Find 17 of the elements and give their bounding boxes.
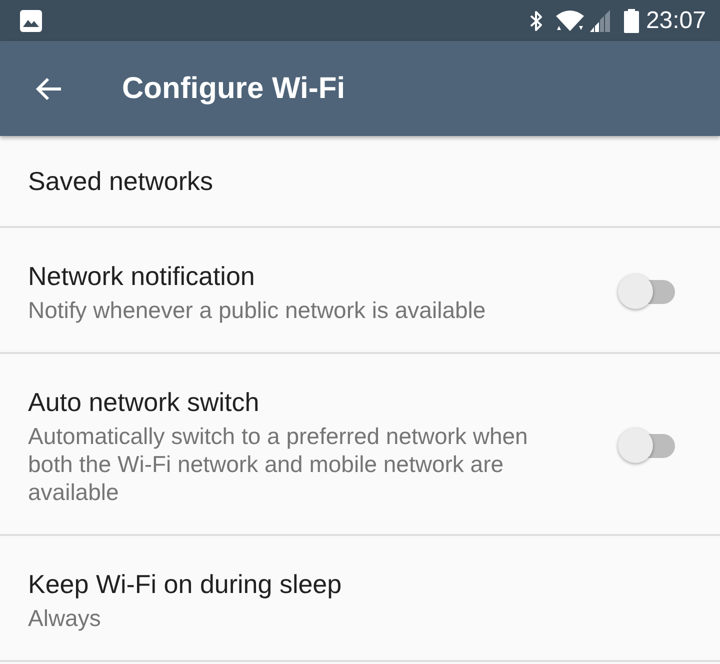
image-icon xyxy=(20,10,42,32)
signal-icon xyxy=(590,10,610,32)
setting-title[interactable]: Network notification xyxy=(28,260,558,292)
battery-icon xyxy=(624,8,639,32)
toggle-switch[interactable] xyxy=(618,274,675,310)
bluetooth-icon xyxy=(528,10,543,32)
setting-summary: Notify whenever a public network is available xyxy=(28,296,487,324)
toggle-switch[interactable] xyxy=(618,428,675,464)
setting-title[interactable]: Auto network switch xyxy=(28,386,558,418)
setting-title[interactable]: Saved networks xyxy=(28,165,615,197)
arrow-left-icon xyxy=(36,76,62,100)
setting-summary: Automatically switch to a preferred network when both the Wi-Fi network and mobile network are available xyxy=(28,422,529,506)
setting-title[interactable]: Keep Wi-Fi on during sleep xyxy=(28,568,615,600)
screen-title: Configure Wi-Fi xyxy=(122,70,346,106)
status-time: 23:07 xyxy=(646,8,706,32)
setting-summary: Always xyxy=(28,604,102,632)
wifi-icon xyxy=(554,8,585,32)
